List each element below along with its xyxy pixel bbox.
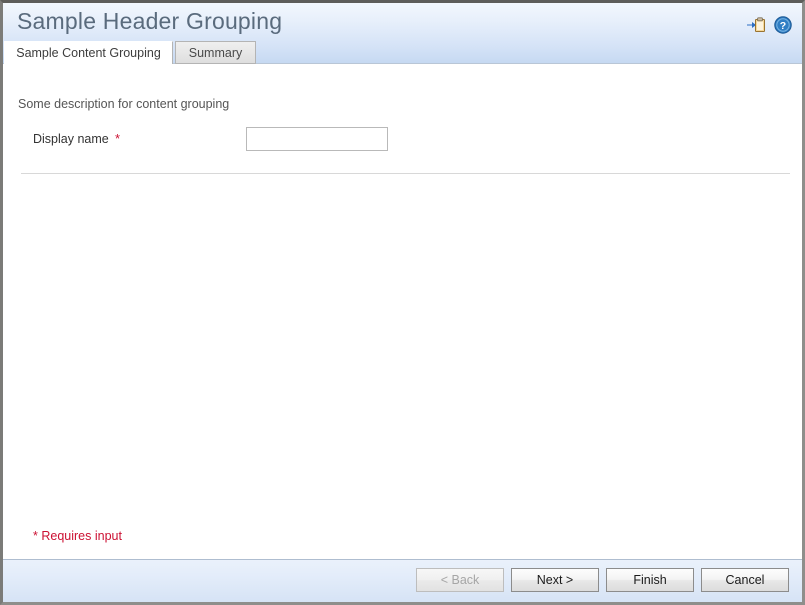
tab-summary[interactable]: Summary [175,41,256,64]
next-button[interactable]: Next > [511,568,599,592]
tab-strip: Sample Content Grouping Summary [3,41,802,64]
content-panel: Some description for content grouping Di… [3,64,802,559]
help-icon[interactable]: ? [773,15,793,35]
header-icon-group: ? [746,15,793,35]
display-name-field-row: Display name * [3,127,802,157]
tab-label: Summary [188,45,243,60]
finish-button[interactable]: Finish [606,568,694,592]
paste-clipboard-icon[interactable] [746,15,766,35]
tab-sample-content-grouping[interactable]: Sample Content Grouping [4,41,173,64]
wizard-window: Sample Header Grouping ? Sample Content … [0,0,805,605]
cancel-button[interactable]: Cancel [701,568,789,592]
tab-label: Sample Content Grouping [16,46,161,60]
display-name-input[interactable] [246,127,388,151]
content-description: Some description for content grouping [18,97,230,111]
window-header: Sample Header Grouping ? Sample Content … [3,3,802,64]
required-asterisk: * [115,131,121,146]
back-button[interactable]: < Back [416,568,504,592]
requires-input-note: * Requires input [33,529,122,543]
display-name-label: Display name [33,132,109,146]
svg-text:?: ? [780,20,786,32]
section-divider [21,173,790,174]
footer-bar: < Back Next > Finish Cancel [3,559,802,602]
wizard-button-bar: < Back Next > Finish Cancel [416,568,789,592]
page-title: Sample Header Grouping [17,8,283,34]
